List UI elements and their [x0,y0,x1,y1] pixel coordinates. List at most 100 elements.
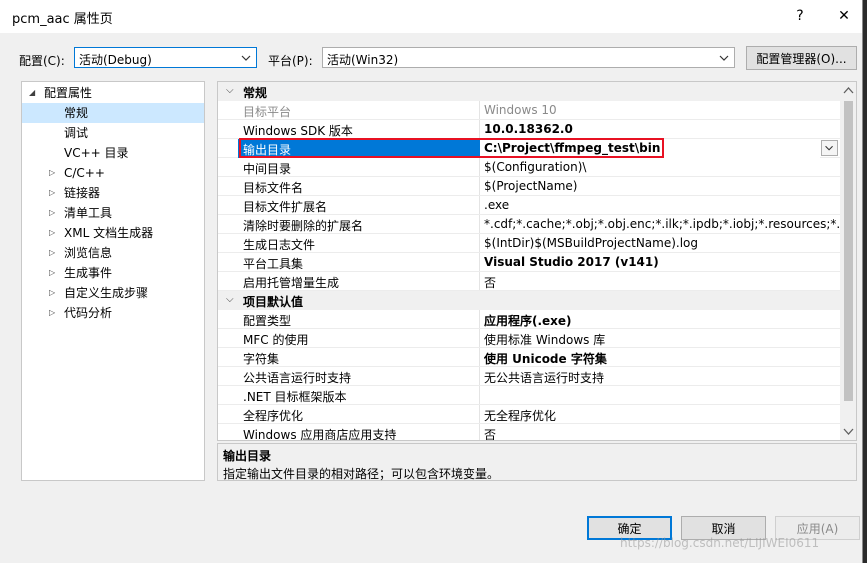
window-title: pcm_aac 属性页 [12,12,113,27]
property-name: 中间目录 [243,162,292,176]
property-name: Windows 应用商店应用支持 [243,428,397,441]
config-value: 活动(Debug) [79,53,152,67]
collapsed-triangle-icon[interactable]: ▷ [49,283,55,303]
property-row[interactable]: 字符集 使用 Unicode 字符集 [218,348,840,367]
tree-item-browse-info[interactable]: ▷ 浏览信息 [22,243,204,263]
tree-item-vc-directories[interactable]: VC++ 目录 [22,143,204,163]
scroll-up-icon[interactable] [840,82,857,99]
category-project-defaults[interactable]: ⌵ 项目默认值 [218,291,840,310]
property-row[interactable]: Windows 应用商店应用支持 否 [218,424,840,441]
tree-item-debugging[interactable]: 调试 [22,123,204,143]
tree-item-build-events[interactable]: ▷ 生成事件 [22,263,204,283]
property-row[interactable]: 启用托管增量生成 否 [218,272,840,291]
collapsed-triangle-icon[interactable]: ▷ [49,243,55,263]
property-row[interactable]: 配置类型 应用程序(.exe) [218,310,840,329]
expanded-chevron-icon[interactable]: ⌵ [226,85,234,96]
property-row[interactable]: 公共语言运行时支持 无公共语言运行时支持 [218,367,840,386]
property-name: 全程序优化 [243,409,304,423]
chevron-down-icon [241,55,251,61]
tree-item-cpp[interactable]: ▷ C/C++ [22,163,204,183]
tree-item-label: 常规 [64,106,89,120]
tree-item-code-analysis[interactable]: ▷ 代码分析 [22,303,204,323]
collapsed-triangle-icon[interactable]: ▷ [49,183,55,203]
platform-dropdown[interactable]: 活动(Win32) [322,47,735,68]
watermark-text: https://blog.csdn.net/LIJIWEI0611 [620,536,820,550]
property-row[interactable]: 目标文件名 $(ProjectName) [218,177,840,196]
property-grid: ⌵ 常规 目标平台 Windows 10 Windows SDK 版本 10.0.1… [217,81,857,441]
property-value: *.cdf;*.cache;*.obj;*.obj.enc;*.ilk;*.ip… [484,217,840,231]
expanded-chevron-icon[interactable]: ⌵ [226,294,234,305]
tree-item-label: 浏览信息 [64,246,113,260]
property-row[interactable]: MFC 的使用 使用标准 Windows 库 [218,329,840,348]
tree-root[interactable]: ◢ 配置属性 [22,83,204,103]
property-row[interactable]: 生成日志文件 $(IntDir)$(MSBuildProjectName).log [218,234,840,253]
tree-item-label: 链接器 [64,186,101,200]
annotation-red-box [239,138,664,158]
property-value: .exe [484,198,510,212]
property-name: 目标文件名 [243,181,304,195]
tree-item-manifest-tool[interactable]: ▷ 清单工具 [22,203,204,223]
collapsed-triangle-icon[interactable]: ▷ [49,203,55,223]
tree-item-label: XML 文档生成器 [64,226,154,240]
expanded-triangle-icon[interactable]: ◢ [29,83,35,103]
collapsed-triangle-icon[interactable]: ▷ [49,303,55,323]
property-name: 公共语言运行时支持 [243,371,352,385]
property-value: 无公共语言运行时支持 [484,371,605,385]
property-name: 目标平台 [243,105,292,119]
tree-item-xml-doc[interactable]: ▷ XML 文档生成器 [22,223,204,243]
config-manager-button[interactable]: 配置管理器(O)... [746,46,857,70]
tree-item-label: 自定义生成步骤 [64,286,149,300]
tree-item-label: 代码分析 [64,306,113,320]
property-value: 使用 Unicode 字符集 [484,352,607,366]
property-row[interactable]: 全程序优化 无全程序优化 [218,405,840,424]
config-label: 配置(C): [19,54,65,68]
category-general[interactable]: ⌵ 常规 [218,82,840,101]
close-button[interactable]: ✕ [831,4,857,28]
config-tree: ◢ 配置属性 常规 调试 VC++ 目录 ▷ C/C++ ▷ 链接器 ▷ 清单工… [21,81,205,481]
description-title: 输出目录 [223,449,272,463]
platform-value: 活动(Win32) [327,53,399,67]
property-row[interactable]: 清除时要删除的扩展名 *.cdf;*.cache;*.obj;*.obj.enc;… [218,215,840,234]
tree-item-custom-build-step[interactable]: ▷ 自定义生成步骤 [22,283,204,303]
property-value: 使用标准 Windows 库 [484,333,606,347]
category-title: 项目默认值 [243,295,304,309]
property-name: 目标文件扩展名 [243,200,328,214]
tree-item-general[interactable]: 常规 [22,103,204,123]
description-text: 指定输出文件目录的相对路径；可以包含环境变量。 [223,467,500,481]
property-name: 配置类型 [243,314,292,328]
property-value: 无全程序优化 [484,409,557,423]
scroll-thumb[interactable] [844,101,853,401]
scroll-down-icon[interactable] [840,423,857,440]
property-pages-dialog: pcm_aac 属性页 ? ✕ 配置(C): 活动(Debug) 平台(P): … [0,0,863,563]
property-row[interactable]: .NET 目标框架版本 [218,386,840,405]
help-button[interactable]: ? [787,4,813,28]
property-row[interactable]: 中间目录 $(Configuration)\ [218,158,840,177]
collapsed-triangle-icon[interactable]: ▷ [49,263,55,283]
dropdown-button[interactable] [821,140,838,156]
tree-item-label: VC++ 目录 [64,146,129,160]
config-dropdown[interactable]: 活动(Debug) [74,47,257,68]
title-bar: pcm_aac 属性页 ? ✕ [0,0,862,33]
chevron-down-icon [719,55,729,61]
property-value: $(IntDir)$(MSBuildProjectName).log [484,236,699,250]
property-row[interactable]: Windows SDK 版本 10.0.18362.0 [218,120,840,139]
property-row[interactable]: 平台工具集 Visual Studio 2017 (v141) [218,253,840,272]
property-row-output-dir[interactable]: 输出目录 C:\Project\ffmpeg_test\bin [218,138,840,158]
vertical-scrollbar[interactable] [840,82,857,440]
property-row[interactable]: 目标文件扩展名 .exe [218,196,840,215]
tree-item-label: 调试 [64,126,89,140]
category-title: 常规 [243,86,268,100]
property-name: MFC 的使用 [243,333,309,347]
property-name: 生成日志文件 [243,238,316,252]
tree-item-label: C/C++ [64,166,105,180]
property-name: 清除时要删除的扩展名 [243,219,364,233]
property-name: 启用托管增量生成 [243,276,340,290]
collapsed-triangle-icon[interactable]: ▷ [49,163,55,183]
property-row[interactable]: 目标平台 Windows 10 [218,101,840,120]
chevron-down-icon [825,145,833,151]
platform-label: 平台(P): [268,54,313,68]
collapsed-triangle-icon[interactable]: ▷ [49,223,55,243]
property-name: .NET 目标框架版本 [243,390,347,404]
tree-item-label: 生成事件 [64,266,113,280]
tree-item-linker[interactable]: ▷ 链接器 [22,183,204,203]
